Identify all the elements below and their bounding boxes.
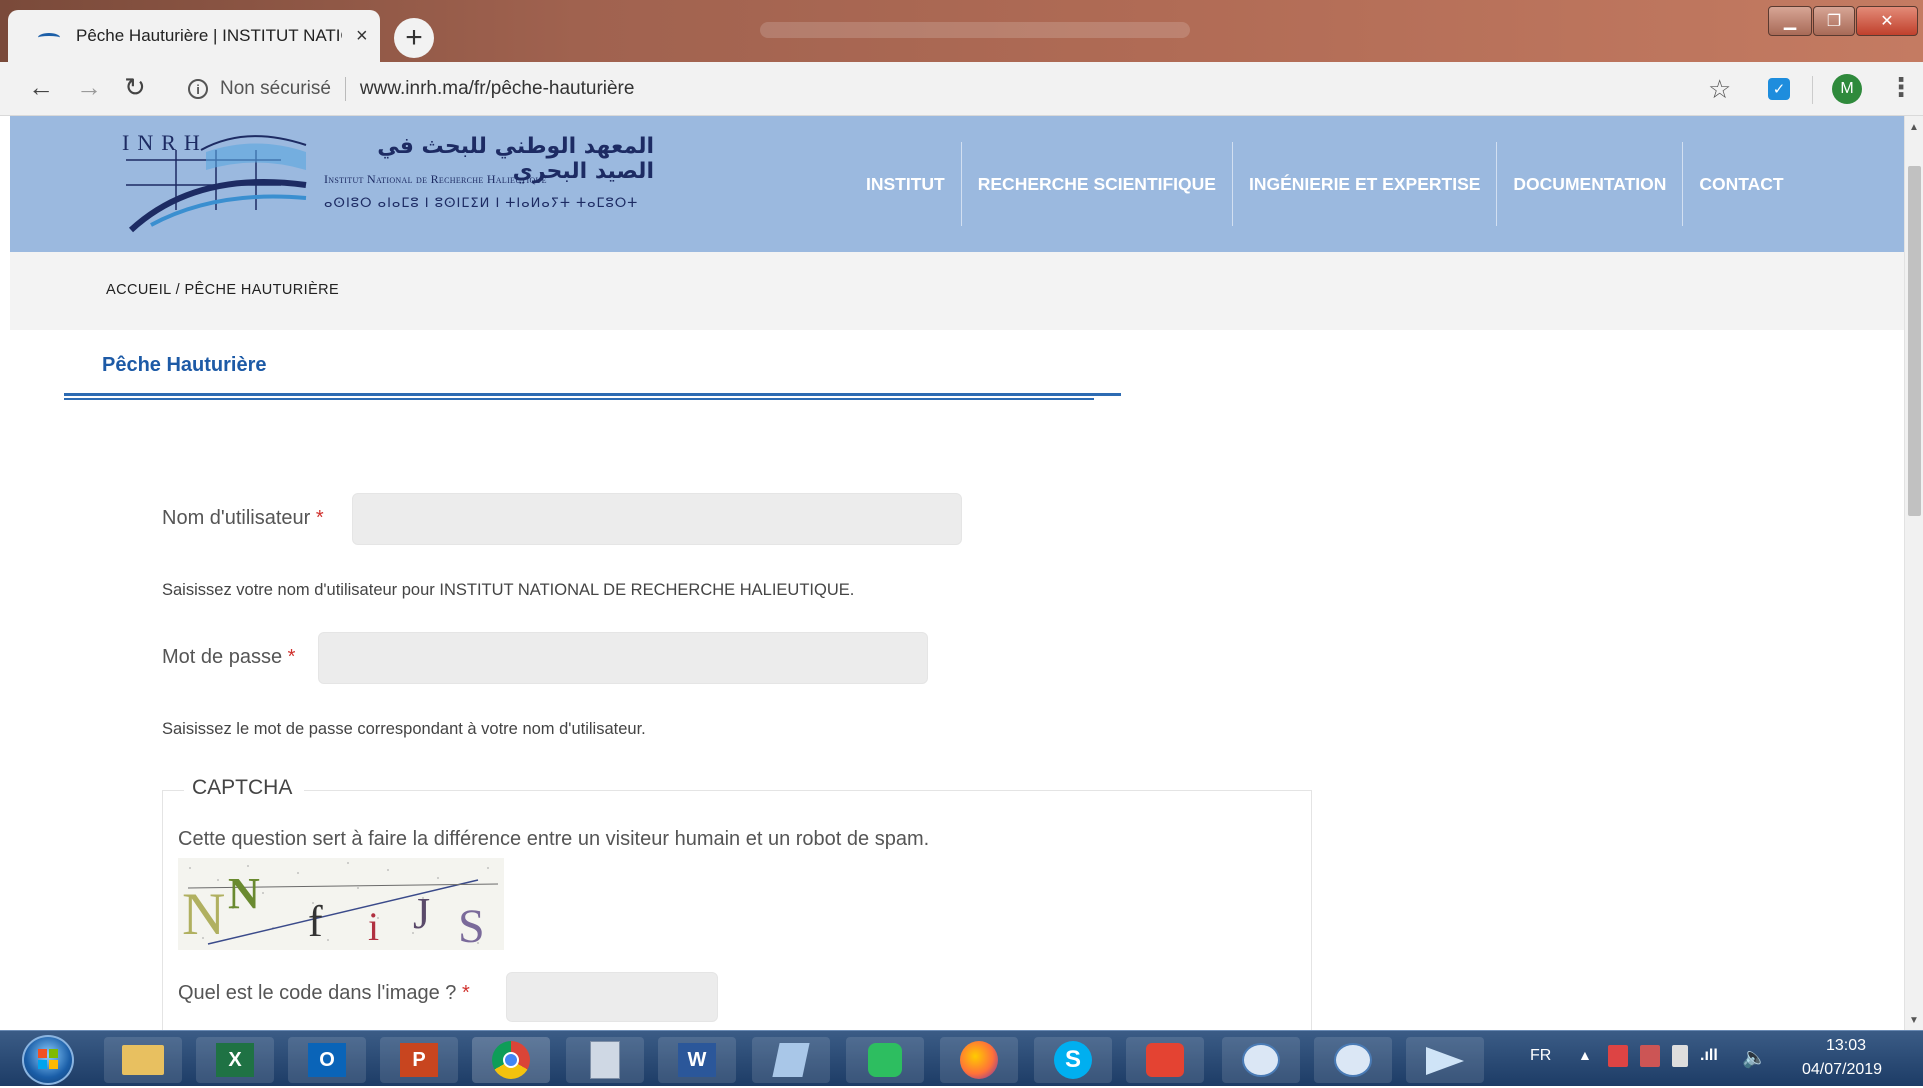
- breadcrumb-home-link[interactable]: ACCUEIL: [106, 282, 171, 298]
- page-viewport: INRH المعهد الوطني للبحث في الصيد البحري…: [10, 116, 1904, 1030]
- username-label: Nom d'utilisateur *: [162, 507, 324, 530]
- captcha-input[interactable]: [506, 972, 718, 1022]
- main-navigation: INSTITUT RECHERCHE SCIENTIFIQUE INGÉNIER…: [850, 142, 1800, 226]
- new-tab-button[interactable]: +: [394, 18, 434, 58]
- tab-close-icon[interactable]: ×: [356, 25, 368, 48]
- clock-date[interactable]: 04/07/2019: [1802, 1061, 1882, 1079]
- browser-toolbar: ← → ↻ i Non sécurisé www.inrh.ma/fr/pêch…: [0, 62, 1923, 116]
- profile-avatar[interactable]: M: [1832, 74, 1862, 104]
- inrh-logo[interactable]: INRH المعهد الوطني للبحث في الصيد البحري…: [106, 130, 666, 240]
- scroll-up-arrow-icon[interactable]: ▲: [1909, 122, 1919, 133]
- toolbar-separator: [1812, 76, 1813, 104]
- windows-logo-icon: [38, 1049, 58, 1069]
- taskbar-outlook-icon[interactable]: O: [288, 1037, 366, 1083]
- taskbar-evernote-icon[interactable]: [846, 1037, 924, 1083]
- taskbar-calculator-icon[interactable]: [566, 1037, 644, 1083]
- title-underline: [64, 393, 1121, 396]
- tray-power-icon[interactable]: [1672, 1045, 1688, 1067]
- taskbar-explorer-icon[interactable]: [104, 1037, 182, 1083]
- captcha-char: J: [413, 889, 430, 938]
- tray-expand-icon[interactable]: ▲: [1578, 1047, 1592, 1063]
- page-scrollbar[interactable]: ▲ ▼: [1904, 116, 1923, 1030]
- required-marker: *: [462, 982, 470, 1004]
- taskbar-chrome-icon[interactable]: [472, 1037, 550, 1083]
- extension-check-icon[interactable]: ✓: [1768, 78, 1790, 100]
- taskbar-todoist-icon[interactable]: [1126, 1037, 1204, 1083]
- captcha-legend: CAPTCHA: [184, 776, 305, 800]
- blurred-window-title: [760, 22, 1190, 38]
- language-indicator[interactable]: FR: [1530, 1047, 1551, 1065]
- tray-network-icon[interactable]: .ıll: [1700, 1047, 1718, 1065]
- forward-arrow-icon[interactable]: →: [76, 72, 102, 103]
- browser-titlebar: Pêche Hauturière | INSTITUT NATIONAL DE …: [0, 0, 1923, 62]
- captcha-char: S: [458, 900, 485, 950]
- nav-institut[interactable]: INSTITUT: [850, 142, 961, 226]
- taskbar-mail-icon[interactable]: [1222, 1037, 1300, 1083]
- logo-acronym: INRH: [122, 130, 208, 155]
- page-title: Pêche Hauturière: [102, 354, 267, 376]
- taskbar-mail-icon-2[interactable]: [1314, 1037, 1392, 1083]
- browser-menu-icon[interactable]: ⋮: [1888, 72, 1914, 103]
- password-label-text: Mot de passe: [162, 646, 283, 668]
- username-input[interactable]: [352, 493, 962, 545]
- taskbar-notepad-icon[interactable]: [752, 1037, 830, 1083]
- taskbar-skype-icon[interactable]: S: [1034, 1037, 1112, 1083]
- tray-flag-icon[interactable]: [1608, 1045, 1628, 1067]
- password-label: Mot de passe *: [162, 646, 295, 669]
- clock-time[interactable]: 13:03: [1826, 1037, 1866, 1055]
- tab-title: Pêche Hauturière | INSTITUT NATIONAL DE …: [76, 26, 342, 45]
- captcha-question-text: Quel est le code dans l'image ?: [178, 982, 457, 1004]
- breadcrumb: ACCUEIL / PÊCHE HAUTURIÈRE: [106, 282, 339, 298]
- bookmark-star-icon[interactable]: ☆: [1708, 74, 1731, 105]
- nav-contact[interactable]: CONTACT: [1683, 142, 1799, 226]
- taskbar-telegram-icon[interactable]: [1406, 1037, 1484, 1083]
- window-minimize-button[interactable]: ▁: [1768, 6, 1812, 36]
- title-underline-secondary: [64, 398, 1094, 400]
- required-marker: *: [287, 646, 296, 668]
- tray-action-icon[interactable]: [1640, 1045, 1660, 1067]
- password-help-text: Saisissez le mot de passe correspondant …: [162, 720, 646, 738]
- taskbar-word-icon[interactable]: W: [658, 1037, 736, 1083]
- captcha-char: N: [228, 869, 260, 918]
- captcha-noise-graphic: N N f i J S: [178, 858, 504, 953]
- breadcrumb-bar: ACCUEIL / PÊCHE HAUTURIÈRE: [10, 252, 1904, 330]
- password-input[interactable]: [318, 632, 928, 684]
- taskbar-powerpoint-icon[interactable]: P: [380, 1037, 458, 1083]
- breadcrumb-current: PÊCHE HAUTURIÈRE: [184, 282, 340, 298]
- scroll-down-arrow-icon[interactable]: ▼: [1909, 1015, 1919, 1026]
- back-arrow-icon[interactable]: ←: [28, 72, 54, 103]
- window-close-button[interactable]: ✕: [1856, 6, 1918, 36]
- logo-tifinagh-name: ⴰⵙⵏⵓⵔ ⴰⵏⴰⵎⵓ ⵏ ⵓⵙⵏⵎⵉⵍ ⵏ ⵜⵏⴰⵍⴰⵢⵜ ⵜⴰⵎⵓⵔⵜ: [324, 196, 639, 211]
- captcha-char: i: [368, 904, 379, 949]
- captcha-image: N N f i J S: [178, 858, 504, 953]
- captcha-char: N: [182, 881, 225, 947]
- username-help-text: Saisissez votre nom d'utilisateur pour I…: [162, 581, 855, 599]
- taskbar-firefox-icon[interactable]: [940, 1037, 1018, 1083]
- breadcrumb-separator: /: [175, 282, 180, 298]
- url-text[interactable]: www.inrh.ma/fr/pêche-hauturière: [360, 78, 635, 100]
- nav-documentation[interactable]: DOCUMENTATION: [1497, 142, 1682, 226]
- logo-french-name: Institut National de Recherche Halieutiq…: [324, 172, 547, 186]
- site-favicon-icon: [38, 29, 62, 43]
- nav-ingenierie-expertise[interactable]: INGÉNIERIE ET EXPERTISE: [1233, 142, 1496, 226]
- site-header: INRH المعهد الوطني للبحث في الصيد البحري…: [10, 116, 1904, 252]
- reload-icon[interactable]: ↻: [124, 72, 146, 103]
- tray-volume-icon[interactable]: 🔈: [1742, 1045, 1767, 1070]
- info-icon[interactable]: i: [188, 79, 208, 99]
- captcha-description: Cette question sert à faire la différenc…: [178, 828, 930, 850]
- scrollbar-thumb[interactable]: [1908, 166, 1921, 516]
- windows-taskbar: X O P W S FR ▲ .ıll 🔈 13:03 04/07/2019: [0, 1030, 1923, 1086]
- security-status[interactable]: Non sécurisé: [220, 78, 331, 100]
- address-separator: [344, 77, 346, 101]
- address-bar[interactable]: i Non sécurisé www.inrh.ma/fr/pêche-haut…: [174, 70, 1724, 108]
- taskbar-excel-icon[interactable]: X: [196, 1037, 274, 1083]
- captcha-question: Quel est le code dans l'image ? *: [178, 982, 470, 1005]
- start-button[interactable]: [22, 1035, 74, 1085]
- username-label-text: Nom d'utilisateur: [162, 507, 311, 529]
- window-maximize-button[interactable]: ❐: [1813, 6, 1855, 36]
- required-marker: *: [315, 507, 324, 529]
- browser-tab-active[interactable]: Pêche Hauturière | INSTITUT NATIONAL DE …: [8, 10, 380, 62]
- captcha-char: f: [308, 897, 323, 946]
- nav-recherche-scientifique[interactable]: RECHERCHE SCIENTIFIQUE: [962, 142, 1232, 226]
